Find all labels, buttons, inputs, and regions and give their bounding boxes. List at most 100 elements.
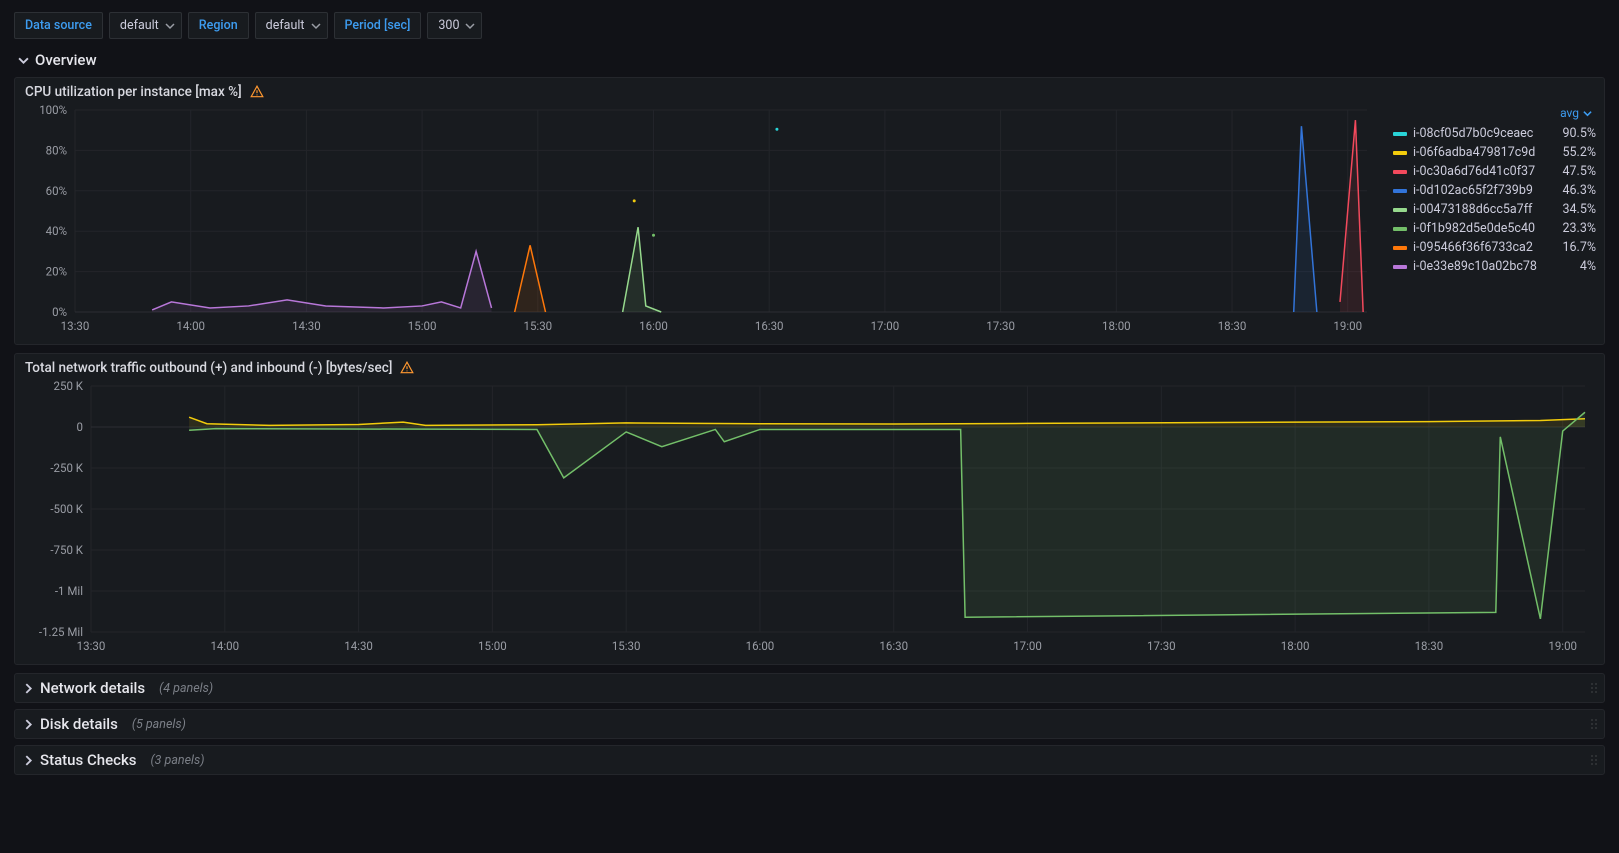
chevron-down-icon xyxy=(465,21,475,31)
legend-swatch xyxy=(1393,246,1407,250)
svg-text:0: 0 xyxy=(77,420,83,434)
panel-title-bar: CPU utilization per instance [max %] xyxy=(15,78,1604,102)
legend-swatch xyxy=(1393,265,1407,269)
chevron-down-icon xyxy=(311,21,321,31)
svg-text:14:00: 14:00 xyxy=(176,319,205,333)
legend-swatch xyxy=(1393,189,1407,193)
chevron-down-icon xyxy=(18,55,29,66)
row-disk-details[interactable]: Disk details (5 panels) xyxy=(14,709,1605,739)
legend-swatch xyxy=(1393,227,1407,231)
panel-title: Total network traffic outbound (+) and i… xyxy=(25,360,392,376)
svg-text:17:00: 17:00 xyxy=(871,319,900,333)
var-value-region: default xyxy=(266,18,305,33)
chevron-right-icon xyxy=(23,755,34,766)
legend-item[interactable]: i-0f1b982d5e0de5c40 23.3% xyxy=(1393,219,1596,238)
legend-sort-label: avg xyxy=(1560,106,1579,120)
legend-series-name: i-095466f36f6733ca2 xyxy=(1413,240,1542,255)
panel-cpu[interactable]: CPU utilization per instance [max %] 0%2… xyxy=(14,77,1605,345)
svg-text:40%: 40% xyxy=(46,224,67,238)
svg-text:18:00: 18:00 xyxy=(1102,319,1131,333)
warning-icon[interactable] xyxy=(250,85,264,99)
var-period: Period [sec] 300 xyxy=(334,12,483,39)
legend-series-name: i-00473188d6cc5a7ff xyxy=(1413,202,1542,217)
var-value-data-source: default xyxy=(120,18,159,33)
var-region: Region default xyxy=(188,12,328,39)
legend-series-name: i-0c30a6d76d41c0f37 xyxy=(1413,164,1542,179)
panel-count: (3 panels) xyxy=(150,753,204,768)
svg-text:60%: 60% xyxy=(46,184,67,198)
var-select-period[interactable]: 300 xyxy=(427,12,482,39)
svg-text:17:30: 17:30 xyxy=(986,319,1015,333)
svg-text:-500 K: -500 K xyxy=(50,502,83,516)
svg-text:13:30: 13:30 xyxy=(61,319,90,333)
panel-title-bar: Total network traffic outbound (+) and i… xyxy=(15,354,1604,378)
legend-item[interactable]: i-06f6adba479817c9d55.2% xyxy=(1393,143,1596,162)
svg-text:16:00: 16:00 xyxy=(639,319,668,333)
svg-text:13:30: 13:30 xyxy=(77,639,106,653)
legend-item[interactable]: i-08cf05d7b0c9ceaec 90.5% xyxy=(1393,124,1596,143)
svg-text:-1.25 Mil: -1.25 Mil xyxy=(39,625,83,639)
svg-text:16:00: 16:00 xyxy=(746,639,775,653)
svg-text:-250 K: -250 K xyxy=(50,461,83,475)
row-title: Overview xyxy=(35,51,97,69)
svg-text:80%: 80% xyxy=(46,143,67,157)
svg-text:19:00: 19:00 xyxy=(1548,639,1577,653)
legend-item[interactable]: i-0c30a6d76d41c0f3747.5% xyxy=(1393,162,1596,181)
legend-sort-header[interactable]: avg xyxy=(1393,106,1596,120)
legend-series-name: i-0e33e89c10a02bc78 xyxy=(1413,259,1542,274)
panel-title: CPU utilization per instance [max %] xyxy=(25,84,242,100)
legend-series-name: i-0f1b982d5e0de5c40 xyxy=(1413,221,1542,236)
chart-cpu[interactable]: 0%20%40%60%80%100%13:3014:0014:3015:0015… xyxy=(23,102,1381,336)
legend-series-value: 34.5% xyxy=(1548,202,1596,217)
legend-item[interactable]: i-0d102ac65f2f739b9 46.3% xyxy=(1393,181,1596,200)
chart-network-traffic[interactable]: -1.25 Mil-1 Mil-750 K-500 K-250 K0250 K1… xyxy=(23,378,1596,656)
legend-swatch xyxy=(1393,151,1407,155)
legend-series-name: i-06f6adba479817c9d xyxy=(1413,145,1542,160)
legend-item[interactable]: i-095466f36f6733ca216.7% xyxy=(1393,238,1596,257)
var-select-region[interactable]: default xyxy=(255,12,328,39)
row-status-checks[interactable]: Status Checks (3 panels) xyxy=(14,745,1605,775)
drag-handle-icon[interactable] xyxy=(1590,718,1598,730)
legend-series-value: 46.3% xyxy=(1548,183,1596,198)
var-label-period: Period [sec] xyxy=(334,12,422,39)
legend-series-value: 90.5% xyxy=(1548,126,1596,141)
var-data-source: Data source default xyxy=(14,12,182,39)
legend-series-name: i-0d102ac65f2f739b9 xyxy=(1413,183,1542,198)
svg-text:20%: 20% xyxy=(46,265,67,279)
legend-swatch xyxy=(1393,170,1407,174)
svg-text:14:30: 14:30 xyxy=(292,319,321,333)
svg-text:17:30: 17:30 xyxy=(1147,639,1176,653)
row-title: Disk details xyxy=(40,715,118,733)
drag-handle-icon[interactable] xyxy=(1590,682,1598,694)
svg-text:18:30: 18:30 xyxy=(1218,319,1247,333)
legend-series-name: i-08cf05d7b0c9ceaec xyxy=(1413,126,1542,141)
legend-series-value: 4% xyxy=(1548,259,1596,274)
legend-item[interactable]: i-00473188d6cc5a7ff 34.5% xyxy=(1393,200,1596,219)
drag-handle-icon[interactable] xyxy=(1590,754,1598,766)
legend-swatch xyxy=(1393,132,1407,136)
warning-icon[interactable] xyxy=(400,361,414,375)
row-overview[interactable]: Overview xyxy=(14,47,1605,73)
svg-text:16:30: 16:30 xyxy=(879,639,908,653)
legend-series-value: 23.3% xyxy=(1548,221,1596,236)
svg-text:-750 K: -750 K xyxy=(50,543,83,557)
legend-cpu: avg i-08cf05d7b0c9ceaec 90.5% i-06f6adba47… xyxy=(1381,102,1596,336)
legend-item[interactable]: i-0e33e89c10a02bc78 4% xyxy=(1393,257,1596,276)
svg-text:14:30: 14:30 xyxy=(344,639,373,653)
chevron-down-icon xyxy=(1583,109,1592,118)
chevron-right-icon xyxy=(23,719,34,730)
svg-text:250 K: 250 K xyxy=(54,379,84,393)
svg-text:19:00: 19:00 xyxy=(1333,319,1362,333)
row-title: Status Checks xyxy=(40,751,136,769)
row-network-details[interactable]: Network details (4 panels) xyxy=(14,673,1605,703)
variable-bar: Data source default Region default Perio… xyxy=(14,12,1605,39)
var-select-data-source[interactable]: default xyxy=(109,12,182,39)
svg-text:17:00: 17:00 xyxy=(1013,639,1042,653)
svg-text:15:30: 15:30 xyxy=(523,319,552,333)
svg-text:15:00: 15:00 xyxy=(408,319,437,333)
panel-network-traffic[interactable]: Total network traffic outbound (+) and i… xyxy=(14,353,1605,665)
var-label-data-source: Data source xyxy=(14,12,103,39)
svg-text:14:00: 14:00 xyxy=(210,639,239,653)
chevron-right-icon xyxy=(23,683,34,694)
var-value-period: 300 xyxy=(438,18,459,33)
